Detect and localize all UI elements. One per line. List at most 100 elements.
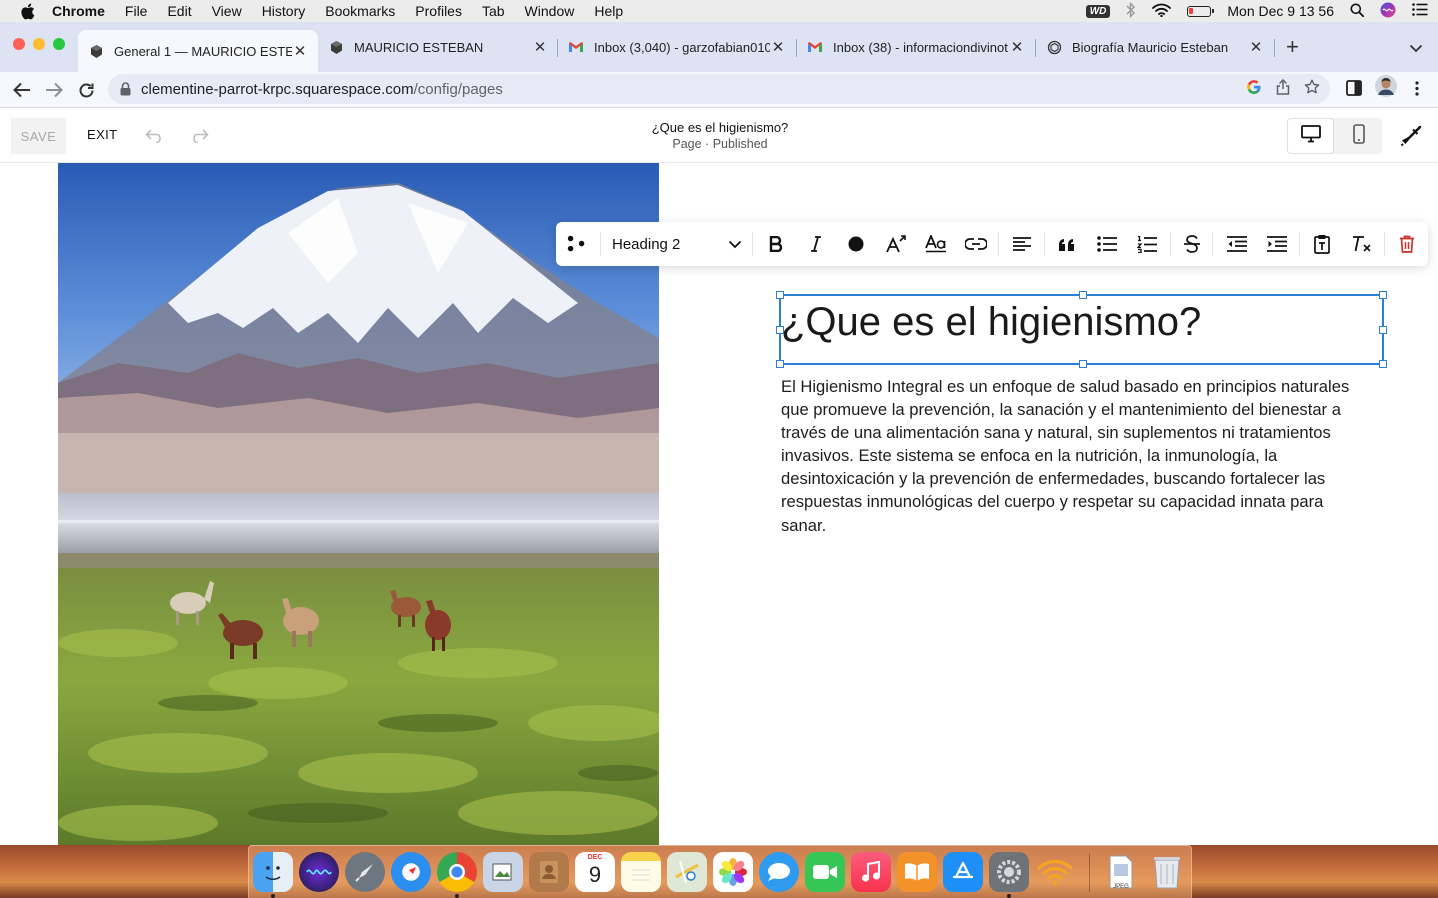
resize-handle-bottom-right[interactable] — [1379, 360, 1387, 368]
trash-icon[interactable] — [1147, 852, 1187, 892]
music-icon[interactable] — [851, 852, 891, 892]
reload-button[interactable] — [75, 79, 97, 101]
lock-icon[interactable] — [120, 82, 131, 96]
block-menu-icon[interactable] — [566, 233, 588, 255]
text-style-icon[interactable] — [925, 233, 947, 255]
maps-icon[interactable] — [667, 852, 707, 892]
site-styles-brush-icon[interactable] — [1398, 123, 1424, 149]
strikethrough-icon[interactable] — [1181, 233, 1203, 255]
resize-handle-top-left[interactable] — [776, 291, 784, 299]
body-text-block[interactable]: El Higienismo Integral es un enfoque de … — [781, 375, 1371, 537]
indent-icon[interactable] — [1266, 233, 1288, 255]
preview-icon[interactable] — [483, 852, 523, 892]
bold-icon[interactable] — [765, 233, 787, 255]
resize-handle-right[interactable] — [1379, 326, 1387, 334]
clear-format-icon[interactable] — [1351, 233, 1373, 255]
forward-button[interactable] — [43, 79, 65, 101]
page-heading[interactable]: ¿Que es el higienismo? — [781, 300, 1201, 345]
chrome-icon[interactable] — [437, 852, 477, 892]
launchpad-icon[interactable] — [345, 852, 385, 892]
tab-biografia[interactable]: Biografía Mauricio Esteban ✕ — [1036, 30, 1274, 64]
text-color-icon[interactable] — [845, 233, 867, 255]
delete-icon[interactable] — [1396, 233, 1418, 255]
photos-icon[interactable] — [713, 852, 753, 892]
desktop-view-button[interactable] — [1287, 118, 1334, 154]
resize-handle-top[interactable] — [1079, 291, 1087, 299]
messages-icon[interactable] — [759, 852, 799, 892]
app-store-icon[interactable] — [943, 852, 983, 892]
notes-icon[interactable] — [621, 852, 661, 892]
italic-icon[interactable] — [805, 233, 827, 255]
share-icon[interactable] — [1276, 78, 1290, 99]
menu-history[interactable]: History — [262, 3, 306, 19]
paste-icon[interactable] — [1311, 233, 1333, 255]
text-size-icon[interactable] — [885, 233, 907, 255]
jpeg-file-icon[interactable]: JPEG — [1101, 852, 1141, 892]
books-icon[interactable] — [897, 852, 937, 892]
menu-help[interactable]: Help — [594, 3, 623, 19]
bullet-list-icon[interactable] — [1096, 233, 1118, 255]
wd-drive-icon[interactable]: WD — [1085, 4, 1111, 18]
battery-icon[interactable] — [1187, 5, 1215, 17]
calendar-icon[interactable]: DEC 9 — [575, 852, 615, 892]
safari-icon[interactable] — [391, 852, 431, 892]
tab-close-icon[interactable]: ✕ — [292, 42, 308, 60]
exit-button[interactable]: EXIT — [87, 127, 118, 142]
menu-view[interactable]: View — [212, 3, 242, 19]
address-bar[interactable]: clementine-parrot-krpc.squarespace.com/c… — [108, 74, 1330, 104]
resize-handle-top-right[interactable] — [1379, 291, 1387, 299]
tab-general-1[interactable]: General 1 — MAURICIO ESTEBAN ✕ — [78, 30, 318, 72]
menu-edit[interactable]: Edit — [167, 3, 191, 19]
menu-tab[interactable]: Tab — [482, 3, 505, 19]
tab-close-icon[interactable]: ✕ — [532, 38, 548, 56]
tab-gmail-inbox-1[interactable]: Inbox (3,040) - garzofabian010 ✕ — [558, 30, 796, 64]
close-window-button[interactable] — [13, 38, 25, 50]
bluetooth-icon[interactable] — [1126, 1, 1136, 21]
facetime-icon[interactable] — [805, 852, 845, 892]
google-lens-icon[interactable] — [1246, 79, 1262, 99]
numbered-list-icon[interactable] — [1136, 233, 1158, 255]
siri-icon[interactable] — [299, 852, 339, 892]
contacts-icon[interactable] — [529, 852, 569, 892]
tab-close-icon[interactable]: ✕ — [1248, 38, 1264, 56]
menu-file[interactable]: File — [125, 3, 148, 19]
redo-icon[interactable] — [188, 125, 210, 147]
resize-handle-bottom[interactable] — [1079, 360, 1087, 368]
tab-mauricio-esteban[interactable]: MAURICIO ESTEBAN ✕ — [318, 30, 558, 64]
apple-menu-icon[interactable] — [20, 3, 38, 20]
profile-avatar[interactable] — [1375, 75, 1397, 97]
menu-bookmarks[interactable]: Bookmarks — [325, 3, 395, 19]
tab-close-icon[interactable]: ✕ — [770, 38, 786, 56]
text-style-select[interactable]: Heading 2 — [604, 230, 744, 258]
siri-menubar-icon[interactable] — [1380, 2, 1396, 21]
menu-app-name[interactable]: Chrome — [52, 3, 105, 19]
save-button[interactable]: SAVE — [11, 118, 66, 154]
link-icon[interactable] — [965, 233, 987, 255]
quote-icon[interactable] — [1056, 233, 1078, 255]
wifi-utility-icon[interactable] — [1035, 852, 1075, 892]
align-left-icon[interactable] — [1011, 233, 1033, 255]
zoom-window-button[interactable] — [53, 38, 65, 50]
heading-text-block[interactable]: ¿Que es el higienismo? — [776, 291, 1387, 368]
system-preferences-icon[interactable] — [989, 852, 1029, 892]
mobile-view-button[interactable] — [1335, 118, 1382, 154]
new-tab-button[interactable]: + — [1286, 36, 1299, 58]
chrome-menu-icon[interactable] — [1415, 81, 1419, 96]
undo-icon[interactable] — [144, 125, 166, 147]
back-button[interactable] — [11, 79, 33, 101]
side-panel-icon[interactable] — [1346, 80, 1362, 96]
minimize-window-button[interactable] — [33, 38, 45, 50]
page-info[interactable]: ¿Que es el higienismo? Page · Published — [580, 120, 860, 151]
bookmark-star-icon[interactable] — [1304, 79, 1320, 99]
tab-close-icon[interactable]: ✕ — [1009, 38, 1025, 56]
outdent-icon[interactable] — [1226, 233, 1248, 255]
resize-handle-bottom-left[interactable] — [776, 360, 784, 368]
tab-search-chevron-icon[interactable] — [1409, 40, 1423, 58]
spotlight-search-icon[interactable] — [1350, 3, 1365, 20]
resize-handle-left[interactable] — [776, 326, 784, 334]
menu-window[interactable]: Window — [525, 3, 575, 19]
finder-icon[interactable] — [253, 852, 293, 892]
tab-gmail-inbox-2[interactable]: Inbox (38) - informaciondivinot ✕ — [797, 30, 1035, 64]
menubar-clock[interactable]: Mon Dec 9 13 56 — [1227, 3, 1334, 19]
control-center-icon[interactable] — [1412, 3, 1428, 19]
